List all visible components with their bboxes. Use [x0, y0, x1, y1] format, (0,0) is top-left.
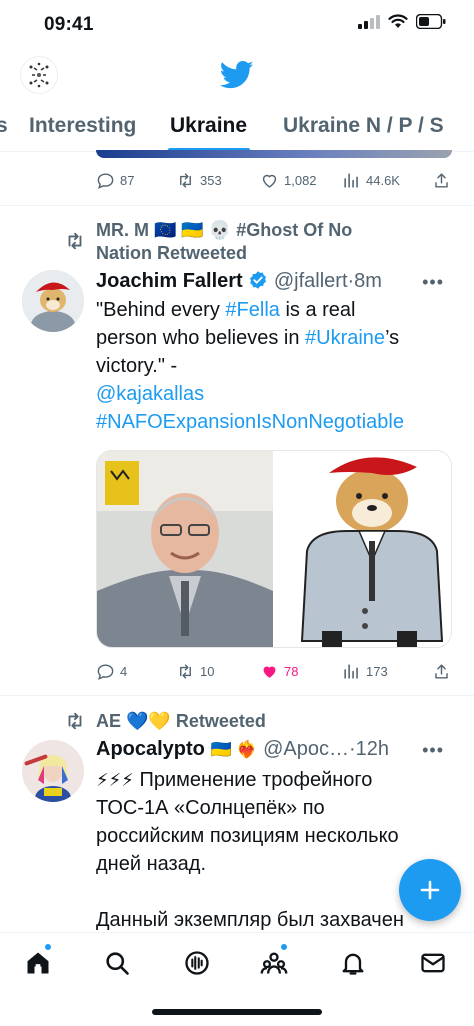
retweeted-indicator-icon [68, 232, 82, 250]
tab-ukraine[interactable]: Ukraine [170, 114, 247, 138]
like-button[interactable]: 78 [260, 662, 298, 681]
lightning-emoji: ⚡⚡⚡ [96, 770, 134, 790]
harley-avatar-icon [22, 740, 84, 802]
home-indicator[interactable] [152, 1009, 322, 1015]
tweet1-actions: 4 10 78 173 [96, 659, 452, 683]
tweet-header: Apocalypto 🇺🇦 ❤️‍🔥 @Apoc…·12h [96, 736, 389, 763]
verified-badge-icon [250, 271, 267, 289]
views-button[interactable]: 173 [342, 662, 388, 681]
share-button[interactable] [432, 662, 451, 681]
tweet-text-segment: Данный экземпляр был захвачен [96, 909, 404, 931]
tweet-text-segment: person who believes in [96, 327, 306, 349]
reply-icon [97, 663, 114, 680]
fella-avatar-icon [22, 270, 84, 332]
twitter-logo-icon[interactable] [220, 60, 254, 90]
search-icon[interactable] [103, 949, 131, 977]
retweeted-by-label[interactable]: MR. M 🇪🇺 🇺🇦 💀 #Ghost Of No [96, 219, 352, 241]
views-icon [344, 172, 358, 188]
compose-tweet-button[interactable] [399, 859, 461, 921]
tweet-divider [0, 205, 474, 206]
tweet-text-segment: ’s [385, 327, 400, 349]
retweet-button[interactable]: 10 [176, 662, 214, 681]
like-count: 78 [284, 663, 299, 679]
tweet-time: ·8m [347, 270, 382, 292]
views-button[interactable]: 44.6K [342, 171, 400, 190]
author-handle[interactable]: @Apoc… [263, 738, 349, 760]
tweet-header: Joachim Fallert @jfallert·8m [96, 268, 382, 294]
author-name[interactable]: Joachim Fallert [96, 270, 243, 292]
timeline-tabs: s Interesting Ukraine Ukraine N / P / S [0, 102, 474, 152]
views-count: 44.6K [366, 172, 400, 188]
retweet-icon [180, 172, 191, 188]
tweet-text-segment: российским позициям несколько [96, 825, 399, 847]
status-time: 09:41 [44, 14, 94, 35]
more-options-icon[interactable]: ••• [422, 272, 444, 293]
communities-icon[interactable] [260, 949, 288, 977]
author-name[interactable]: Apocalypto [96, 738, 205, 760]
tweet-text-segment: "Behind every [96, 299, 226, 321]
more-options-icon[interactable]: ••• [422, 740, 444, 761]
tweet-text-segment: is a real [279, 299, 356, 321]
retweet-count: 353 [200, 172, 222, 188]
reply-count: 87 [120, 172, 135, 188]
home-icon[interactable] [24, 949, 52, 977]
home-notification-dot [44, 943, 52, 951]
retweet-count: 10 [200, 663, 215, 679]
author-avatar[interactable] [22, 740, 84, 802]
tweet-time: ·12h [348, 738, 390, 760]
avatar-art-icon [29, 62, 49, 88]
like-button[interactable]: 1,082 [260, 171, 317, 190]
prev-tweet-actions: 87 353 1,082 44.6K [96, 168, 452, 192]
retweeted-by-label-cont: Nation Retweeted [96, 243, 248, 263]
communities-notification-dot [280, 943, 288, 951]
like-count: 1,082 [284, 172, 317, 188]
retweeted-indicator-icon [68, 712, 82, 730]
retweeted-by-label[interactable]: AE 💙💛 Retweeted [96, 710, 266, 732]
status-icons [358, 14, 446, 29]
share-button[interactable] [432, 171, 451, 190]
views-icon [344, 663, 358, 679]
author-name-emoji: 🇺🇦 ❤️‍🔥 [210, 740, 258, 759]
author-handle[interactable]: @jfallert [274, 270, 348, 292]
tweet-text-segment: victory." - [96, 355, 178, 377]
bell-icon[interactable] [339, 949, 367, 977]
battery-icon [416, 14, 446, 29]
signal-icon [358, 14, 380, 29]
heart-filled-icon [263, 666, 276, 678]
reply-icon [97, 172, 114, 189]
retweet-button[interactable]: 353 [176, 171, 222, 190]
tweet-text: "Behind every #Fella is a real person wh… [96, 296, 456, 436]
tweet-divider [0, 695, 474, 696]
tweet-media[interactable] [96, 450, 452, 648]
tweet-text: ⚡⚡⚡ Применение трофейного ТОС-1А «Солнце… [96, 766, 456, 934]
share-icon [435, 172, 448, 188]
tweet-text-segment: ТОС-1А «Солнцепёк» по [96, 797, 325, 819]
hashtag-fella[interactable]: #Fella [225, 299, 279, 321]
heart-icon [262, 174, 277, 188]
reply-count: 4 [120, 663, 128, 679]
profile-avatar[interactable] [20, 56, 58, 94]
tab-ukraine-nps[interactable]: Ukraine N / P / S [283, 114, 444, 138]
app-header [0, 52, 474, 102]
media-image-pair [97, 451, 451, 647]
status-bar: 09:41 [0, 0, 474, 52]
reply-button[interactable]: 4 [96, 662, 127, 681]
prev-tweet-media[interactable] [96, 150, 452, 158]
tweet-text-segment: Применение трофейного [133, 769, 373, 791]
spaces-icon[interactable] [183, 949, 211, 977]
mail-icon[interactable] [419, 949, 447, 977]
share-icon [435, 663, 448, 679]
reply-button[interactable]: 87 [96, 171, 134, 190]
retweet-icon [180, 663, 191, 679]
tab-partial[interactable]: s [0, 114, 8, 138]
views-count: 173 [366, 663, 388, 679]
tab-interesting[interactable]: Interesting [29, 114, 136, 138]
plus-icon [420, 880, 440, 900]
mention-kajakallas[interactable]: @kajakallas [96, 380, 456, 408]
hashtag-ukraine[interactable]: #Ukraine [305, 327, 385, 349]
author-avatar[interactable] [22, 270, 84, 332]
wifi-icon [388, 14, 408, 28]
hashtag-nafo[interactable]: #NAFOExpansionIsNonNegotiable [96, 408, 456, 436]
